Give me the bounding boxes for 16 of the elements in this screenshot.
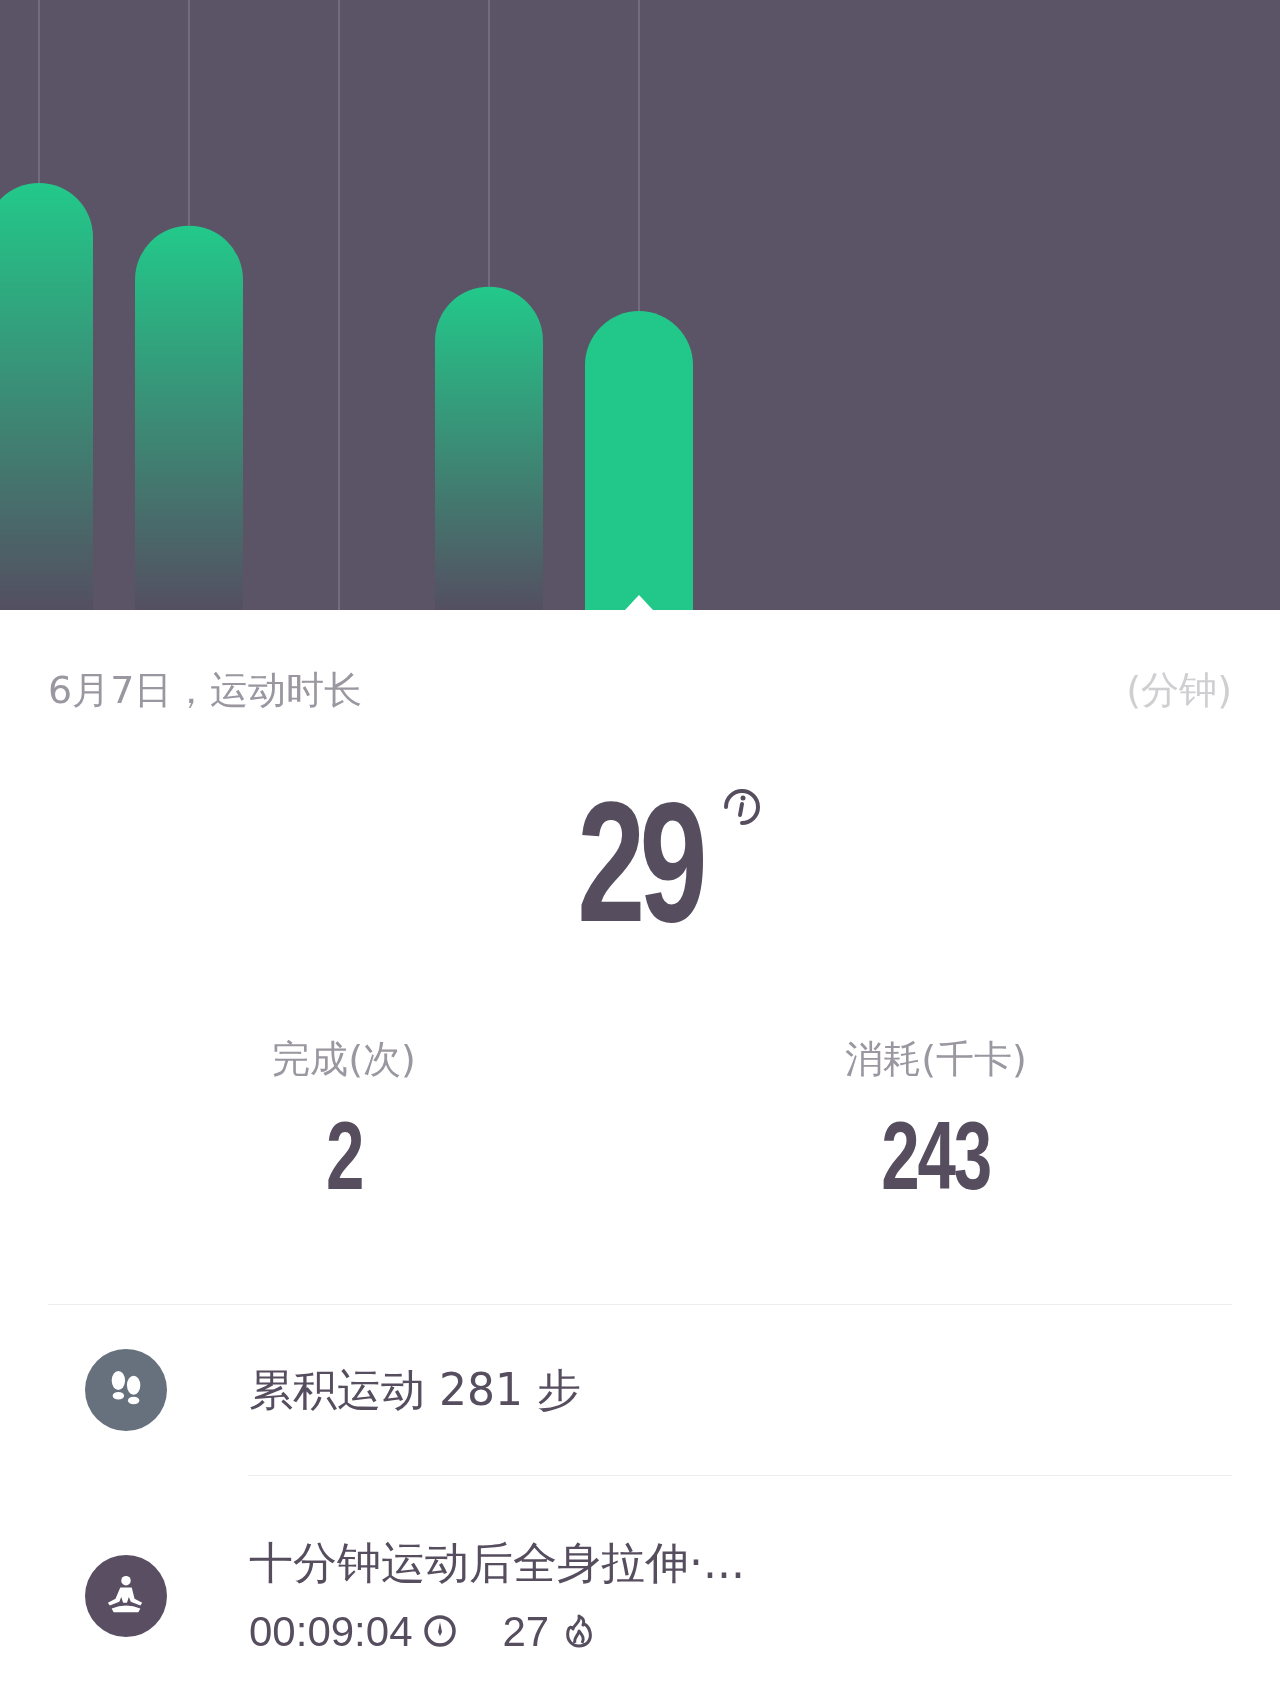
bar[interactable] (135, 225, 243, 610)
duration-text: 00:09:04 (249, 1606, 413, 1657)
stat-label: 消耗(千卡) (845, 1036, 1027, 1083)
stat-value: 243 (881, 1108, 991, 1204)
bar[interactable] (0, 183, 93, 610)
bar[interactable] (435, 286, 543, 610)
record-title[interactable]: 累积运动 281 步 (249, 1357, 1232, 1423)
record-title[interactable]: 十分钟运动后全身拉伸·... (249, 1529, 1232, 1596)
total-minutes: 29 (577, 777, 703, 947)
selected-bar[interactable] (585, 311, 693, 610)
stat-value: 2 (325, 1108, 363, 1204)
pointer-icon (625, 595, 653, 610)
calories-text: 27 (502, 1606, 550, 1657)
clock-icon (422, 1614, 457, 1648)
stat-label: 完成(次) (272, 1036, 416, 1083)
date-title: 6月7日，运动时长 (48, 667, 363, 714)
